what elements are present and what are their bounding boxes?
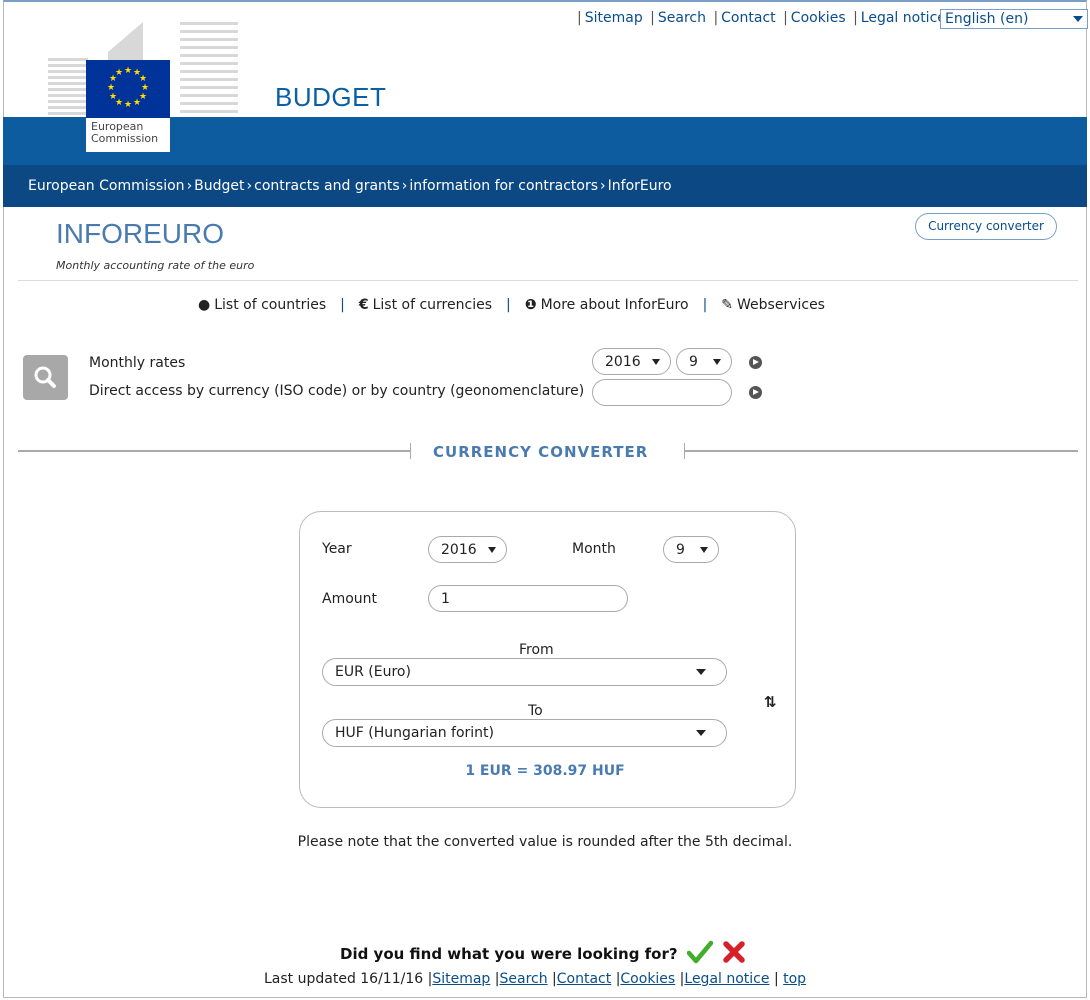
feedback-prompt: Did you find what you were looking for?	[340, 940, 746, 964]
converter-year-select[interactable]: 2016	[428, 536, 507, 563]
info-icon: ❶	[524, 297, 537, 313]
chevron-down-icon	[696, 730, 706, 736]
search-icon	[34, 366, 56, 388]
breadcrumb-item-inforeuro: InforEuro	[607, 178, 672, 194]
chevron-down-icon	[488, 547, 496, 553]
cross-icon[interactable]	[722, 940, 746, 964]
currency-converter-button[interactable]: Currency converter	[915, 213, 1057, 240]
converter-heading: CURRENCY CONVERTER	[433, 443, 649, 461]
wrench-icon: ✎	[721, 297, 734, 313]
top-link-sitemap[interactable]: Sitemap	[585, 10, 643, 26]
language-select[interactable]: English (en)	[940, 9, 1088, 29]
rates-month-select[interactable]: 9	[676, 348, 732, 375]
divider-left	[18, 450, 411, 452]
page-title: INFOREURO	[56, 218, 224, 249]
converter-month-select[interactable]: 9	[663, 536, 719, 563]
divider-right	[685, 450, 1078, 452]
to-currency-select[interactable]: HUF (Hungarian forint)	[322, 719, 727, 747]
to-label: To	[528, 703, 543, 719]
breadcrumb: European Commission › Budget › contracts and…	[3, 165, 1087, 207]
top-link-search[interactable]: Search	[658, 10, 706, 26]
year-label: Year	[322, 541, 352, 557]
direct-access-label: Direct access by currency (ISO code) or …	[89, 383, 585, 399]
footer-link-contact[interactable]: Contact	[557, 971, 611, 987]
breadcrumb-item-contracts[interactable]: contracts and grants	[254, 178, 400, 194]
svg-text:★: ★	[109, 92, 117, 102]
monthly-rates-label: Monthly rates	[89, 355, 186, 371]
globe-icon: ●	[198, 297, 211, 313]
chevron-down-icon	[713, 359, 721, 365]
search-button[interactable]	[23, 355, 68, 400]
rates-go-arrow-icon[interactable]	[749, 356, 762, 369]
svg-text:★: ★	[133, 98, 141, 108]
chevron-down-icon	[700, 547, 708, 553]
last-updated: Last updated 16/11/16	[264, 971, 424, 987]
rates-year-select[interactable]: 2016	[592, 348, 671, 375]
svg-text:★: ★	[124, 100, 132, 110]
chevron-down-icon	[652, 359, 660, 365]
top-links: | Sitemap | Search | Contact | Cookies | Lega…	[577, 10, 946, 26]
month-label: Month	[572, 541, 616, 557]
chevron-down-icon	[696, 669, 706, 675]
top-link-contact[interactable]: Contact	[721, 10, 775, 26]
language-value: English (en)	[945, 11, 1029, 27]
rounding-note: Please note that the converted value is …	[297, 834, 793, 850]
eu-flag-icon: ★ ★ ★ ★ ★ ★ ★ ★ ★ ★ ★ ★	[86, 60, 170, 118]
svg-text:★: ★	[124, 66, 132, 76]
footer: Last updated 16/11/16 |Sitemap |Search |…	[264, 971, 807, 987]
swap-arrows-icon[interactable]: ⇅	[764, 693, 777, 711]
quick-link-webservices[interactable]: ✎ Webservices	[721, 297, 825, 313]
chevron-down-icon	[1073, 16, 1083, 22]
commission-label: European Commission	[86, 118, 170, 152]
breadcrumb-item-information[interactable]: information for contractors	[409, 178, 598, 194]
quick-link-countries[interactable]: ● List of countries	[198, 297, 326, 313]
page-subtitle: Monthly accounting rate of the euro	[56, 259, 255, 272]
checkmark-icon[interactable]	[686, 940, 714, 964]
svg-text:★: ★	[115, 68, 123, 78]
site-title[interactable]: BUDGET	[275, 82, 386, 113]
quick-link-about[interactable]: ❶ More about InforEuro	[525, 297, 689, 313]
amount-label: Amount	[322, 591, 378, 607]
direct-go-arrow-icon[interactable]	[749, 386, 762, 399]
amount-input[interactable]: 1	[428, 585, 628, 612]
footer-link-legal-notice[interactable]: Legal notice	[684, 971, 769, 987]
footer-link-sitemap[interactable]: Sitemap	[432, 971, 490, 987]
from-label: From	[519, 642, 554, 658]
top-link-cookies[interactable]: Cookies	[791, 10, 846, 26]
conversion-result: 1 EUR = 308.97 HUF	[465, 763, 625, 779]
quick-link-currencies[interactable]: € List of currencies	[359, 297, 492, 313]
footer-link-search[interactable]: Search	[499, 971, 547, 987]
divider	[18, 280, 1078, 281]
divider-tick	[410, 443, 411, 459]
footer-link-cookies[interactable]: Cookies	[620, 971, 675, 987]
top-link-legal-notice[interactable]: Legal notice	[861, 10, 946, 26]
euro-icon: €	[358, 297, 369, 313]
breadcrumb-item-commission[interactable]: European Commission	[28, 178, 185, 194]
quick-links: ● List of countries | € List of currencies | ❶…	[198, 297, 825, 313]
svg-text:★: ★	[107, 83, 115, 93]
breadcrumb-item-budget[interactable]: Budget	[194, 178, 244, 194]
direct-access-input[interactable]	[592, 379, 732, 406]
from-currency-select[interactable]: EUR (Euro)	[322, 658, 727, 686]
footer-link-top[interactable]: top	[783, 971, 806, 987]
